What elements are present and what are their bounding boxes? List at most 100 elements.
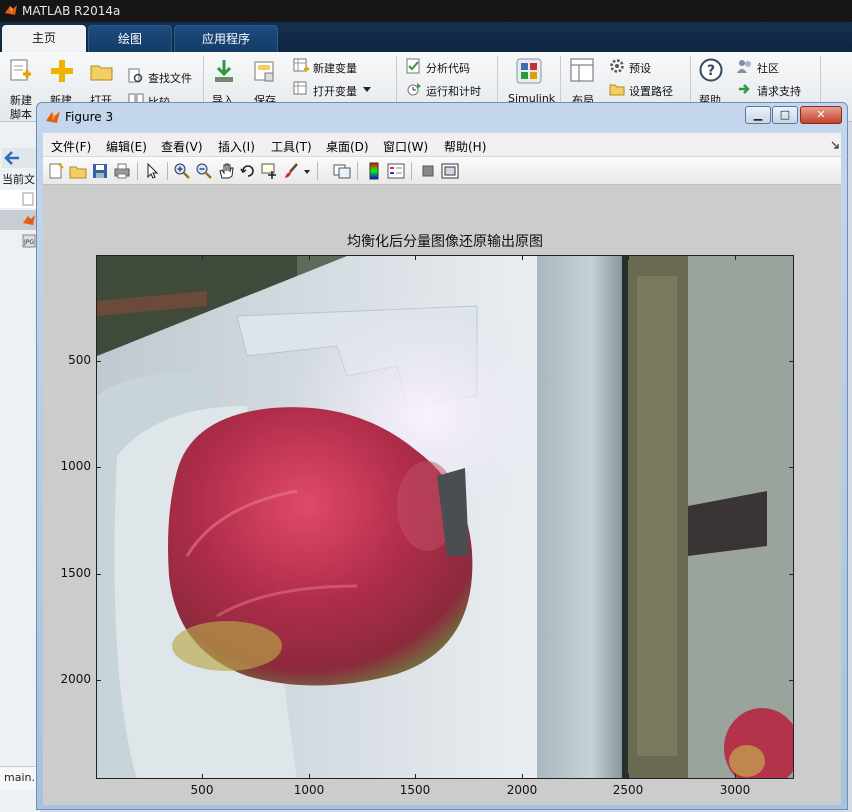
- community-label[interactable]: 社区: [757, 60, 779, 76]
- close-button[interactable]: ✕: [800, 106, 842, 124]
- minimize-button[interactable]: ▁: [745, 106, 771, 124]
- community-icon[interactable]: [737, 58, 753, 74]
- tab-plots[interactable]: 绘图: [88, 25, 172, 52]
- figure-toolbar: [43, 157, 841, 185]
- toolbar-separator: [167, 162, 168, 180]
- menu-insert[interactable]: 插入(I): [218, 138, 255, 155]
- find-files-label[interactable]: 查找文件: [148, 70, 192, 86]
- run-and-time-label[interactable]: 运行和计时: [426, 83, 481, 99]
- zoom-out-icon[interactable]: [195, 162, 213, 180]
- current-folder-label: 当前文: [2, 173, 35, 186]
- help-icon[interactable]: ?: [699, 58, 723, 82]
- rotate-3d-icon[interactable]: [239, 162, 257, 180]
- y-tick-mark: [96, 680, 101, 681]
- simulink-icon[interactable]: [516, 58, 542, 84]
- tab-apps[interactable]: 应用程序: [174, 25, 278, 52]
- x-tick-mark: [735, 255, 736, 260]
- import-icon[interactable]: [212, 58, 236, 84]
- set-path-icon[interactable]: [609, 81, 625, 97]
- layout-icon[interactable]: [570, 58, 594, 82]
- run-and-time-icon[interactable]: [406, 81, 422, 97]
- image-rendering: [97, 256, 793, 778]
- figure-client-area: 文件(F) 编辑(E) 查看(V) 插入(I) 工具(T) 桌面(D) 窗口(W…: [43, 133, 841, 805]
- file-icon: [22, 192, 34, 206]
- brush-icon[interactable]: [283, 162, 301, 180]
- status-bar: main.: [0, 766, 40, 790]
- analyze-code-label[interactable]: 分析代码: [426, 60, 470, 76]
- tab-home[interactable]: 主页: [2, 25, 86, 52]
- preferences-label[interactable]: 预设: [629, 60, 651, 76]
- pan-icon[interactable]: [217, 162, 235, 180]
- find-files-icon[interactable]: [128, 68, 144, 84]
- y-tick-mark: [789, 680, 794, 681]
- x-tick-mark: [415, 774, 416, 779]
- svg-text:JPG: JPG: [23, 239, 34, 246]
- new-script-icon[interactable]: [9, 58, 33, 84]
- new-variable-label[interactable]: 新建变量: [313, 60, 357, 76]
- set-path-label[interactable]: 设置路径: [629, 83, 673, 99]
- legend-icon[interactable]: [387, 162, 405, 180]
- x-tick-mark: [202, 255, 203, 260]
- menu-view[interactable]: 查看(V): [161, 138, 203, 155]
- figure-window: Figure 3 ▁ □ ✕ 文件(F) 编辑(E) 查看(V) 插入(I) 工…: [36, 102, 848, 810]
- menu-edit[interactable]: 编辑(E): [106, 138, 147, 155]
- matlab-logo-icon: [5, 5, 17, 15]
- menu-tools[interactable]: 工具(T): [271, 138, 312, 155]
- app-title: MATLAB R2014a: [22, 4, 121, 18]
- open-variable-label[interactable]: 打开变量: [313, 83, 357, 99]
- brush-dropdown-icon[interactable]: [302, 162, 312, 180]
- open-file-icon[interactable]: [69, 162, 87, 180]
- open-variable-icon[interactable]: [293, 81, 309, 97]
- save-workspace-icon[interactable]: [253, 60, 277, 84]
- figure-titlebar[interactable]: Figure 3 ▁ □ ✕: [37, 103, 847, 131]
- y-tick-label: 500: [68, 353, 91, 367]
- menu-help[interactable]: 帮助(H): [444, 138, 486, 155]
- pointer-icon[interactable]: [143, 162, 161, 180]
- print-icon[interactable]: [113, 162, 131, 180]
- hide-plot-tools-icon[interactable]: [419, 162, 437, 180]
- matlab-file-icon: [23, 215, 35, 225]
- maximize-icon: □: [779, 108, 791, 121]
- new-icon[interactable]: [50, 58, 74, 84]
- y-tick-mark: [789, 361, 794, 362]
- x-tick-mark: [735, 774, 736, 779]
- image-file-icon[interactable]: JPG: [22, 234, 36, 248]
- request-support-label[interactable]: 请求支持: [757, 83, 801, 99]
- y-tick-label: 2000: [60, 672, 91, 686]
- toolbar-separator: [317, 162, 318, 180]
- link-plot-icon[interactable]: [333, 162, 351, 180]
- preferences-gear-icon[interactable]: [609, 58, 625, 74]
- x-tick-label: 1500: [399, 783, 431, 797]
- show-plot-tools-icon[interactable]: [441, 162, 459, 180]
- matlab-logo-icon: [46, 111, 60, 123]
- x-tick-label: 3000: [719, 783, 751, 797]
- dock-arrow-icon[interactable]: [831, 141, 839, 149]
- y-tick-mark: [96, 574, 101, 575]
- svg-text:?: ?: [707, 63, 715, 79]
- y-tick-label: 1500: [60, 566, 91, 580]
- open-folder-icon[interactable]: [90, 62, 114, 82]
- analyze-code-icon[interactable]: [406, 58, 422, 74]
- x-tick-label: 2500: [612, 783, 644, 797]
- new-variable-icon[interactable]: [293, 58, 309, 74]
- menu-desktop[interactable]: 桌面(D): [326, 138, 369, 155]
- menu-window[interactable]: 窗口(W): [383, 138, 428, 155]
- colorbar-icon[interactable]: [365, 162, 383, 180]
- back-arrow-icon[interactable]: [4, 151, 20, 165]
- x-tick-mark: [522, 255, 523, 260]
- zoom-in-icon[interactable]: [173, 162, 191, 180]
- maximize-button[interactable]: □: [772, 106, 798, 124]
- x-tick-mark: [522, 774, 523, 779]
- data-cursor-icon[interactable]: [261, 162, 279, 180]
- axes-image[interactable]: [96, 255, 794, 779]
- new-script-label-2: 脚本: [10, 108, 32, 121]
- file-list-row[interactable]: [0, 210, 40, 230]
- y-tick-mark: [96, 467, 101, 468]
- new-figure-icon[interactable]: [47, 162, 65, 180]
- menu-file[interactable]: 文件(F): [51, 138, 91, 155]
- open-variable-dropdown-icon[interactable]: [362, 86, 372, 94]
- save-icon[interactable]: [91, 162, 109, 180]
- file-list-row[interactable]: [0, 190, 40, 208]
- y-tick-label: 1000: [60, 459, 91, 473]
- request-support-icon[interactable]: [737, 81, 753, 97]
